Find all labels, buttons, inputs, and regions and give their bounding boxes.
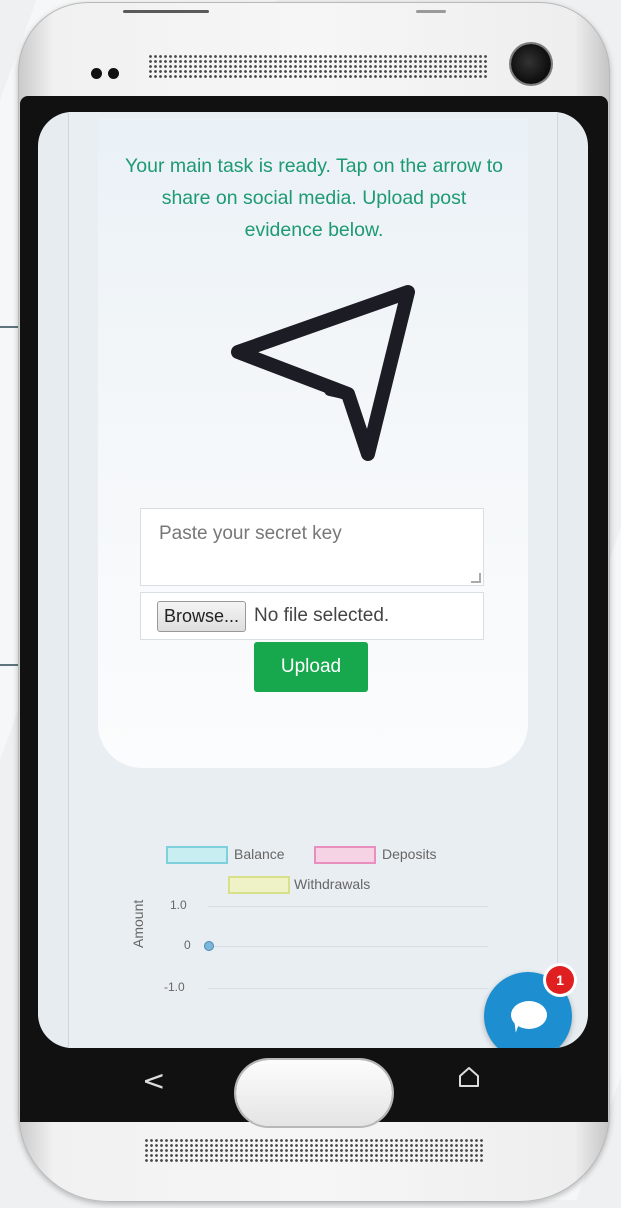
y-tick-label: -1.0 [164, 980, 185, 994]
file-input[interactable]: Browse... No file selected. [140, 592, 484, 640]
phone-top-speaker [148, 54, 488, 78]
phone-camera [511, 44, 551, 84]
browse-button[interactable]: Browse... [157, 600, 247, 632]
legend-swatch-balance[interactable] [166, 846, 228, 864]
chat-button[interactable]: 1 [484, 966, 574, 1048]
task-message: Your main task is ready. Tap on the arro… [125, 155, 503, 241]
secret-key-input[interactable]: Paste your secret key [140, 508, 484, 586]
secret-key-placeholder: Paste your secret key [159, 523, 342, 544]
grid-line [208, 988, 488, 989]
navigation-bar: < [20, 1048, 608, 1126]
phone-top-mark [416, 10, 446, 13]
upload-button[interactable]: Upload [254, 642, 368, 692]
legend-swatch-deposits[interactable] [314, 846, 376, 864]
y-axis-label: Amount [130, 899, 146, 948]
y-tick-label: 0 [184, 938, 191, 952]
home-button[interactable] [236, 1060, 392, 1126]
legend-label-withdrawals[interactable]: Withdrawals [294, 876, 370, 892]
phone-top-mark [123, 10, 209, 13]
phone-sensor-dots [91, 64, 125, 83]
data-point [204, 941, 214, 951]
notification-badge: 1 [546, 966, 574, 994]
phone-frame: Your main task is ready. Tap on the arro… [18, 2, 610, 1202]
grid-line [208, 946, 488, 947]
textarea-resize-handle[interactable] [471, 573, 481, 583]
back-icon[interactable]: < [142, 1064, 165, 1097]
phone-bottom-speaker [144, 1138, 484, 1164]
file-status: No file selected. [254, 605, 390, 626]
grid-line [208, 906, 488, 907]
phone-screen: Your main task is ready. Tap on the arro… [38, 112, 588, 1048]
y-tick-label: 1.0 [170, 898, 187, 912]
legend-swatch-withdrawals[interactable] [228, 876, 290, 894]
send-icon[interactable] [218, 282, 418, 472]
home-icon[interactable] [456, 1064, 482, 1090]
legend-label-deposits[interactable]: Deposits [382, 846, 436, 862]
legend-label-balance[interactable]: Balance [234, 846, 285, 862]
